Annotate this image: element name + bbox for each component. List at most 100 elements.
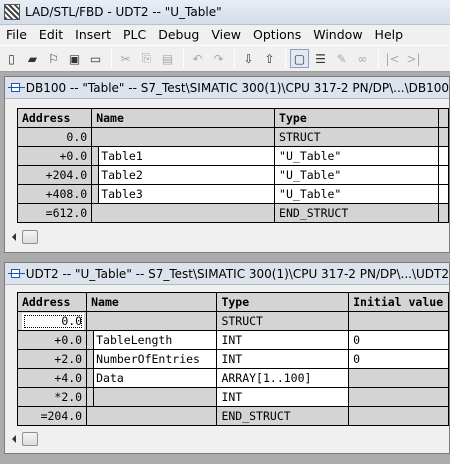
- copy-icon[interactable]: ⎘: [137, 49, 156, 68]
- name-cell[interactable]: [86, 406, 218, 426]
- type-cell[interactable]: INT: [216, 349, 350, 369]
- menu-debug[interactable]: Debug: [152, 25, 205, 45]
- type-cell[interactable]: INT: [216, 330, 350, 350]
- table-row[interactable]: *2.0 INT: [16, 387, 449, 407]
- extra-cell[interactable]: [438, 165, 449, 185]
- table-row[interactable]: +4.0 Data ARRAY[1..100]: [16, 368, 449, 388]
- initial-value-cell[interactable]: [348, 406, 449, 426]
- table-row[interactable]: +0.0 TableLength INT 0: [16, 330, 449, 350]
- menu-plc[interactable]: PLC: [117, 25, 152, 45]
- address-cell[interactable]: *2.0: [16, 387, 88, 407]
- name-cell[interactable]: [86, 387, 218, 407]
- title-bar: LAD/STL/FBD - UDT2 -- "U_Table": [0, 0, 450, 25]
- display-icon[interactable]: ☰: [311, 49, 330, 68]
- name-cell[interactable]: [91, 127, 276, 147]
- initial-value-cell[interactable]: 0: [348, 349, 449, 369]
- name-value[interactable]: TableLength: [93, 331, 216, 349]
- save-icon[interactable]: ▣: [65, 49, 84, 68]
- name-value[interactable]: Table2: [98, 166, 274, 184]
- upload-icon[interactable]: ⇧: [260, 49, 279, 68]
- address-cell[interactable]: 0.0: [16, 127, 93, 147]
- menu-file[interactable]: File: [0, 25, 33, 45]
- menu-edit[interactable]: Edit: [33, 25, 69, 45]
- name-cell[interactable]: Table2: [91, 165, 276, 185]
- table-row[interactable]: +204.0 Table2 "U_Table": [16, 165, 449, 185]
- type-cell[interactable]: STRUCT: [216, 311, 350, 331]
- column-header-name: Name: [86, 292, 218, 312]
- name-cell[interactable]: NumberOfEntries: [86, 349, 218, 369]
- extra-cell[interactable]: [438, 146, 449, 166]
- paste-icon[interactable]: ▤: [158, 49, 177, 68]
- table-row[interactable]: +0.0 Table1 "U_Table": [16, 146, 449, 166]
- name-cell[interactable]: Table1: [91, 146, 276, 166]
- menu-insert[interactable]: Insert: [69, 25, 117, 45]
- glasses-icon[interactable]: ∞: [353, 49, 372, 68]
- type-cell[interactable]: "U_Table": [274, 184, 440, 204]
- initial-value-cell[interactable]: [348, 368, 449, 388]
- name-value[interactable]: Table1: [98, 147, 274, 165]
- initial-value-cell[interactable]: 0: [348, 330, 449, 350]
- type-cell[interactable]: "U_Table": [274, 165, 440, 185]
- menu-help[interactable]: Help: [369, 25, 410, 45]
- next-icon[interactable]: >|: [404, 49, 423, 68]
- scroll-left-icon[interactable]: [12, 434, 16, 443]
- name-cell[interactable]: [91, 203, 276, 223]
- address-value[interactable]: 0.0: [22, 312, 85, 330]
- extra-cell[interactable]: [438, 127, 449, 147]
- type-cell[interactable]: END_STRUCT: [274, 203, 440, 223]
- new-icon[interactable]: ▯: [2, 49, 21, 68]
- name-cell[interactable]: Data: [86, 368, 218, 388]
- table-row[interactable]: 0.0 STRUCT: [16, 127, 449, 147]
- type-cell[interactable]: ARRAY[1..100]: [216, 368, 350, 388]
- previous-icon[interactable]: |<: [383, 49, 402, 68]
- name-value[interactable]: [93, 388, 216, 406]
- cut-icon[interactable]: ✂: [116, 49, 135, 68]
- table-row[interactable]: =204.0 END_STRUCT: [16, 406, 449, 426]
- name-value[interactable]: Table3: [98, 185, 274, 203]
- table-row[interactable]: 0.0 STRUCT: [16, 311, 449, 331]
- table-row[interactable]: +2.0 NumberOfEntries INT 0: [16, 349, 449, 369]
- udt2-window-title-bar[interactable]: UDT2 -- "U_Table" -- S7_Test\SIMATIC 300…: [5, 263, 449, 285]
- scroll-left-icon[interactable]: [12, 232, 16, 241]
- menu-view[interactable]: View: [205, 25, 247, 45]
- table-row[interactable]: =612.0 END_STRUCT: [16, 203, 449, 223]
- print-icon[interactable]: ▭: [86, 49, 105, 68]
- type-cell[interactable]: INT: [216, 387, 350, 407]
- undo-icon[interactable]: ↶: [188, 49, 207, 68]
- type-cell[interactable]: END_STRUCT: [216, 406, 350, 426]
- download-icon[interactable]: ⇩: [239, 49, 258, 68]
- db100-window-title-bar[interactable]: DB100 -- "Table" -- S7_Test\SIMATIC 300(…: [5, 77, 449, 99]
- extra-cell[interactable]: [438, 203, 449, 223]
- udt2-horizontal-scrollbar[interactable]: [9, 430, 449, 447]
- scroll-thumb[interactable]: [22, 229, 38, 244]
- address-cell[interactable]: =612.0: [16, 203, 93, 223]
- address-cell[interactable]: +2.0: [16, 349, 88, 369]
- initial-value-cell[interactable]: [348, 387, 449, 407]
- insert-network-icon[interactable]: ▢: [290, 49, 309, 68]
- scroll-thumb[interactable]: [22, 431, 38, 446]
- name-value[interactable]: Data: [93, 369, 216, 387]
- name-value[interactable]: NumberOfEntries: [93, 350, 216, 368]
- address-cell[interactable]: +204.0: [16, 165, 93, 185]
- address-cell[interactable]: +0.0: [16, 146, 93, 166]
- name-cell[interactable]: TableLength: [86, 330, 218, 350]
- table-row[interactable]: +408.0 Table3 "U_Table": [16, 184, 449, 204]
- type-cell[interactable]: STRUCT: [274, 127, 440, 147]
- monitor-icon[interactable]: ✎: [332, 49, 351, 68]
- network-icon[interactable]: ⚐: [44, 49, 63, 68]
- menu-options[interactable]: Options: [247, 25, 307, 45]
- db100-horizontal-scrollbar[interactable]: [9, 228, 449, 245]
- address-cell[interactable]: 0.0: [16, 311, 88, 331]
- extra-cell[interactable]: [438, 184, 449, 204]
- menu-window[interactable]: Window: [307, 25, 368, 45]
- name-cell[interactable]: Table3: [91, 184, 276, 204]
- initial-value-cell[interactable]: [348, 311, 449, 331]
- address-cell[interactable]: =204.0: [16, 406, 88, 426]
- address-cell[interactable]: +0.0: [16, 330, 88, 350]
- open-icon[interactable]: ▰: [23, 49, 42, 68]
- redo-icon[interactable]: ↷: [209, 49, 228, 68]
- type-cell[interactable]: "U_Table": [274, 146, 440, 166]
- address-cell[interactable]: +4.0: [16, 368, 88, 388]
- name-cell[interactable]: [86, 311, 218, 331]
- address-cell[interactable]: +408.0: [16, 184, 93, 204]
